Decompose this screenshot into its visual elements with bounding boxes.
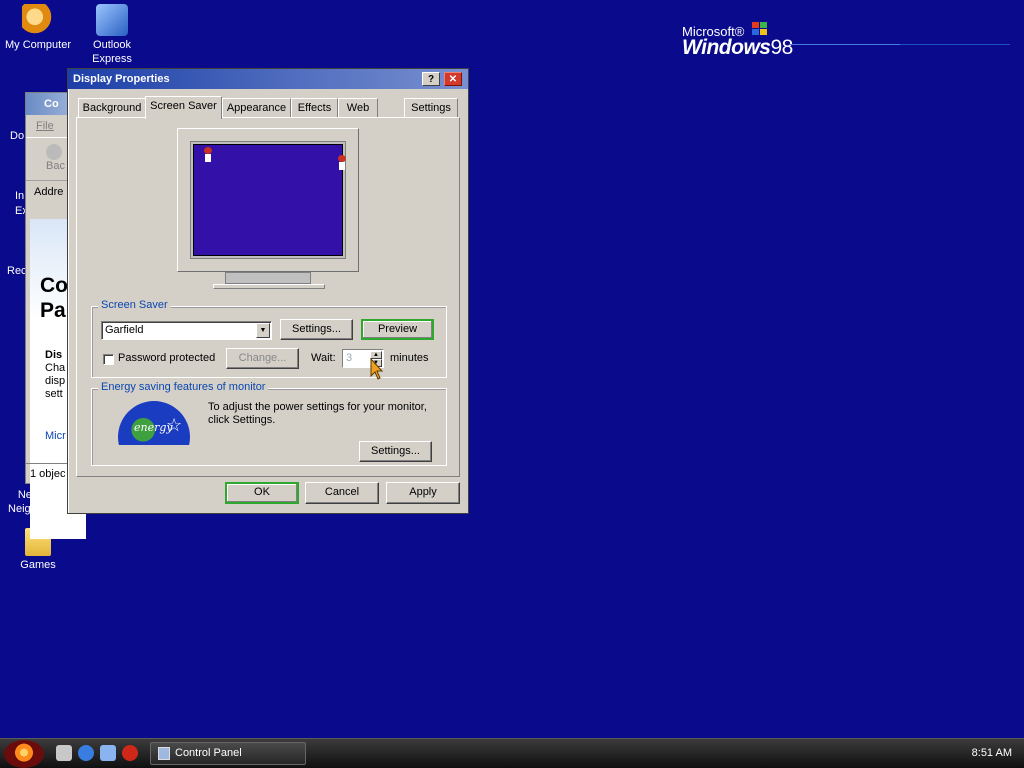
garfield-computer-icon	[22, 4, 54, 36]
description-line: Cha	[45, 362, 66, 374]
monitor-preview	[177, 128, 359, 272]
desktop-icon-outlook-express[interactable]: Outlook Express	[74, 4, 150, 66]
apply-button[interactable]: Apply	[386, 482, 460, 504]
minutes-label: minutes	[390, 352, 429, 364]
change-password-button[interactable]: Change...	[226, 348, 299, 369]
preview-screen	[193, 144, 346, 256]
screen-saver-settings-button[interactable]: Settings...	[280, 319, 353, 340]
taskbar-item-control-panel[interactable]: Control Panel	[150, 742, 306, 765]
password-label: Password protected	[118, 352, 216, 364]
tab-web[interactable]: Web	[338, 98, 378, 118]
screen-saver-select[interactable]: Garfield ▼	[101, 321, 272, 340]
desktop-icon-my-computer[interactable]: My Computer	[0, 4, 76, 52]
desktop-partial-label: In	[15, 190, 25, 202]
password-checkbox[interactable]	[103, 354, 114, 365]
tab-settings[interactable]: Settings	[404, 98, 458, 118]
preview-button[interactable]: Preview	[361, 319, 434, 340]
clock[interactable]: 8:51 AM	[972, 739, 1012, 768]
pointer-cursor-icon	[370, 358, 384, 380]
description-line: sett	[45, 388, 63, 400]
description-title: Dis	[45, 349, 63, 361]
logo-windows: Windows	[682, 36, 771, 59]
ok-button[interactable]: OK	[225, 482, 299, 504]
desktop-partial-label: Rec	[7, 265, 27, 277]
tab-appearance[interactable]: Appearance	[222, 98, 291, 118]
ie-icon[interactable]	[78, 745, 94, 761]
monitor-stand	[225, 272, 311, 284]
energy-star-logo: energy ☆	[118, 401, 190, 445]
chevron-down-icon[interactable]: ▼	[256, 323, 270, 338]
group-label: Screen Saver	[98, 299, 171, 311]
back-arrow-icon	[46, 144, 62, 160]
desktop-icon-label: Outlook Express	[92, 39, 132, 65]
task-label: Control Panel	[175, 747, 242, 759]
logo-version: 98	[770, 36, 793, 59]
wait-label: Wait:	[311, 352, 336, 364]
power-settings-button[interactable]: Settings...	[359, 441, 432, 462]
microsoft-link[interactable]: Micr	[45, 430, 66, 442]
garfield-sprite	[202, 147, 214, 165]
tab-background[interactable]: Background	[78, 98, 146, 118]
tab-effects[interactable]: Effects	[291, 98, 338, 118]
tab-screen-saver[interactable]: Screen Saver	[145, 96, 222, 119]
group-label: Energy saving features of monitor	[98, 381, 269, 393]
description-line: disp	[45, 375, 66, 387]
dialog-title: Display Properties	[73, 73, 170, 85]
taskbar: Control Panel 8:51 AM	[0, 738, 1024, 768]
cancel-button[interactable]: Cancel	[305, 482, 379, 504]
page-heading: Co Pa	[40, 274, 68, 322]
garfield-sprite	[336, 155, 348, 173]
desktop-icon-label: My Computer	[4, 39, 72, 51]
monitor-base	[213, 284, 325, 289]
logo-divider	[900, 44, 1010, 45]
dialog-titlebar[interactable]: Display Properties ? ✕	[68, 69, 468, 89]
energy-description: To adjust the power settings for your mo…	[208, 401, 427, 426]
desktop-icon[interactable]	[56, 745, 72, 761]
close-button[interactable]: ✕	[444, 72, 462, 86]
windows98-logo: Microsoft® Windows98	[682, 24, 793, 59]
star-icon: ☆	[166, 415, 183, 435]
desktop-icon-label: Games	[20, 559, 56, 571]
monitor-bezel	[190, 141, 346, 259]
desktop-partial-label: Do	[10, 130, 25, 142]
wait-value: 3	[346, 352, 353, 364]
logo-divider	[790, 44, 900, 45]
control-panel-icon	[158, 747, 170, 760]
help-button[interactable]: ?	[422, 72, 440, 86]
display-properties-dialog[interactable]: Display Properties ? ✕ Background Screen…	[67, 68, 469, 514]
selected-value: Garfield	[105, 324, 144, 336]
outlook-express-icon	[96, 4, 128, 36]
screen-saver-group: Screen Saver Garfield ▼ Settings... Prev…	[91, 299, 447, 378]
back-label: Bac	[46, 160, 65, 172]
media-icon[interactable]	[122, 745, 138, 761]
start-button[interactable]	[4, 740, 44, 768]
outlook-icon[interactable]	[100, 745, 116, 761]
